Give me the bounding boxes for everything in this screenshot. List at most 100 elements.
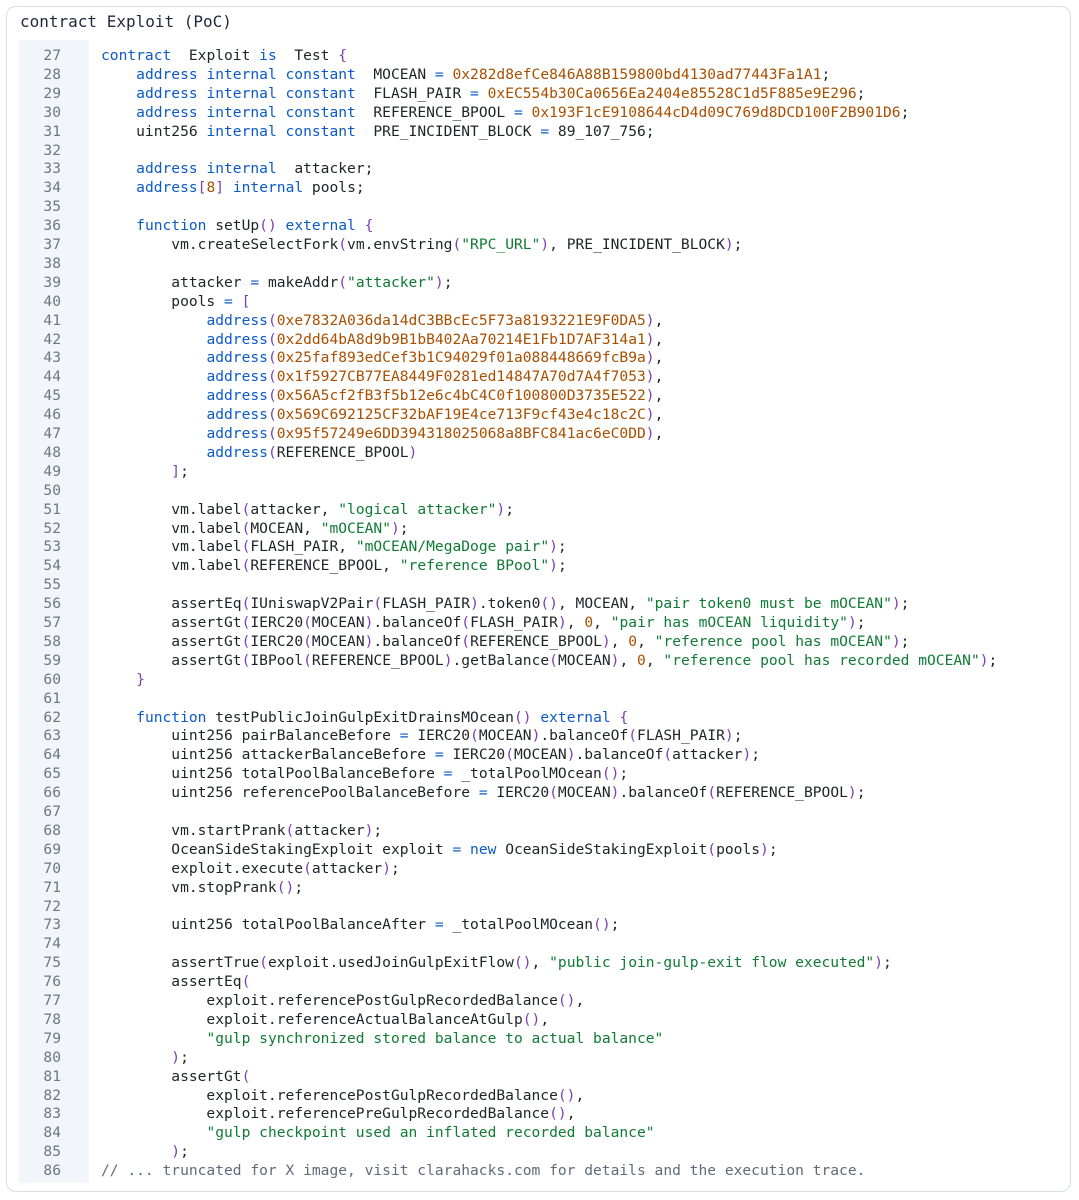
code-token: external	[531, 708, 611, 726]
code-token: (	[267, 311, 277, 329]
line-number: 51	[43, 500, 61, 518]
code-token: ,	[654, 406, 664, 424]
code-line: 44 address(0x1f5927CB77EA8449F0281ed1484…	[19, 367, 1061, 386]
code-token: (	[267, 443, 277, 461]
code-token: ,	[566, 1105, 576, 1123]
code-token: ]	[215, 179, 225, 197]
code-line: 80 );	[19, 1048, 1061, 1067]
line-source: address internal attacker;	[101, 159, 373, 178]
code-token: )	[645, 311, 655, 329]
code-token: (	[267, 349, 277, 367]
line-number: 76	[43, 973, 61, 991]
code-token: {	[338, 47, 348, 64]
code-token: "pair has mOCEAN liquidity"	[610, 614, 848, 631]
line-source: // ... truncated for X image, visit clar…	[101, 1161, 865, 1180]
code-token: attacker	[672, 746, 743, 764]
line-number: 39	[43, 273, 61, 291]
code-token: )	[390, 519, 400, 537]
code-token: 0x2dd64bA8d9b9B1bB402Aa70214E1Fb1D7AF314…	[276, 330, 646, 348]
code-token: =	[452, 840, 462, 858]
code-line: 40 pools = [	[19, 292, 1061, 311]
code-token: (	[549, 651, 558, 669]
code-token: IERC20	[487, 784, 550, 802]
code-token: )	[645, 349, 655, 367]
code-token: address	[206, 425, 268, 442]
code-token: (	[707, 784, 717, 802]
code-token: REFERENCE_BPOOL	[716, 784, 848, 802]
code-token: IERC20	[250, 632, 304, 650]
code-line: 47 address(0x95f57249e6DD394318025068a8B…	[19, 424, 1061, 443]
code-token: attacker	[101, 273, 251, 291]
code-token: =	[224, 292, 233, 310]
line-source: vm.stopPrank();	[101, 878, 303, 897]
code-token: ()	[259, 217, 277, 235]
line-source: ];	[101, 462, 189, 481]
code-token: attacker;	[276, 160, 374, 178]
code-token: ,	[637, 632, 655, 650]
code-line: 58 assertGt(IERC20(MOCEAN).balanceOf(REF…	[19, 632, 1061, 651]
code-token: address internal constant	[136, 65, 356, 83]
code-token: MOCEAN	[478, 727, 532, 745]
code-token: Test	[276, 47, 339, 64]
code-token: uint256 referencePoolBalanceBefore	[101, 784, 479, 802]
code-token: MOCEAN	[355, 65, 435, 83]
line-source: uint256 referencePoolBalanceBefore = IER…	[101, 783, 865, 802]
code-line: 29 address internal constant FLASH_PAIR …	[19, 84, 1061, 103]
code-token: REFERENCE_BPOOL	[311, 651, 444, 669]
code-token: (	[461, 632, 471, 650]
line-number: 84	[43, 1124, 61, 1142]
code-line: 64 uint256 attackerBalanceBefore = IERC2…	[19, 745, 1061, 764]
code-token: assertGt	[101, 632, 242, 650]
code-line: 86 // ... truncated for X image, visit cl…	[19, 1161, 1061, 1180]
code-token: ,	[593, 614, 611, 631]
line-number: 63	[43, 727, 61, 745]
code-token: uint256	[101, 122, 207, 140]
code-token: address internal constant	[136, 103, 356, 121]
line-number: 46	[43, 406, 61, 424]
line-source: address(0x1f5927CB77EA8449F0281ed14847A7…	[101, 367, 663, 386]
line-number: 74	[43, 935, 61, 953]
code-token: 0x193F1cE9108644cD4d09C769d8DCD100F2B901…	[522, 103, 901, 121]
code-token: uint256 totalPoolBalanceBefore	[101, 765, 444, 783]
line-number: 38	[43, 254, 61, 272]
code-token: external	[276, 217, 356, 235]
code-token: FLASH_PAIR	[470, 614, 558, 631]
code-token: ,	[619, 651, 638, 669]
code-line: 71 vm.stopPrank();	[19, 878, 1061, 897]
code-line: 35	[19, 197, 1061, 216]
code-token: address	[206, 443, 268, 461]
code-token: (	[505, 746, 514, 764]
line-number: 68	[43, 821, 61, 839]
line-source: assertGt(IERC20(MOCEAN).balanceOf(FLASH_…	[101, 613, 865, 632]
code-token: attacker,	[250, 500, 339, 518]
code-token: FLASH_PAIR	[355, 84, 471, 102]
code-token: =	[434, 65, 444, 83]
line-number: 54	[43, 557, 61, 575]
code-token: )	[891, 595, 901, 613]
code-token: )	[645, 387, 655, 405]
code-token: FLASH_PAIR	[382, 595, 471, 613]
code-block-title: contract Exploit (PoC)	[20, 12, 232, 31]
code-token: ;	[751, 746, 761, 764]
code-token: vm.envString	[347, 236, 453, 253]
code-token: =	[540, 122, 550, 140]
code-token: )	[645, 406, 655, 424]
code-line: 77 exploit.referencePostGulpRecordedBala…	[19, 991, 1061, 1010]
code-token: REFERENCE_BPOOL,	[250, 557, 400, 575]
code-line: 27 contract Exploit is Test {	[19, 46, 1061, 65]
code-line: 45 address(0x56A5cf2fB3f5b12e6c4bC4C0f10…	[19, 386, 1061, 405]
code-token: )	[171, 1048, 181, 1066]
code-token: (	[338, 273, 348, 291]
code-line: 34 address[8] internal pools;	[19, 178, 1061, 197]
code-token: (	[338, 236, 348, 253]
code-token: ;	[610, 916, 620, 934]
code-line: 31 uint256 internal constant PRE_INCIDEN…	[19, 122, 1061, 141]
line-source: );	[101, 1142, 189, 1161]
code-token: exploit.referencePostGulpRecordedBalance	[101, 1086, 558, 1104]
line-number: 81	[43, 1067, 61, 1085]
code-token: Exploit	[171, 47, 260, 64]
